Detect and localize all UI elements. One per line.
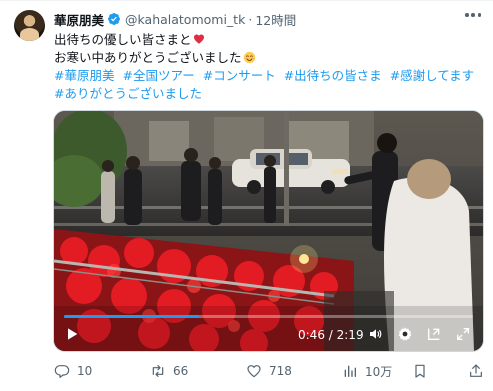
- views-button[interactable]: 10万: [342, 360, 392, 382]
- verified-badge-icon: [108, 13, 120, 25]
- video-progress-bar[interactable]: [64, 315, 473, 318]
- tweet-text-line-1: 出待ちの優しい皆さまと: [54, 32, 192, 47]
- video-progress-fill: [64, 315, 199, 318]
- settings-gear-icon[interactable]: [397, 325, 413, 343]
- analytics-icon: [344, 365, 356, 377]
- video-player[interactable]: 0:46 / 2:19: [53, 110, 484, 352]
- view-count: 10万: [365, 364, 393, 379]
- red-heart-icon: [193, 34, 204, 44]
- duration: 2:19: [336, 328, 364, 342]
- reply-button[interactable]: 10: [54, 360, 92, 382]
- smiling-face-icon: [243, 51, 255, 64]
- video-timecode: 0:46 / 2:19: [298, 328, 364, 342]
- fullscreen-icon[interactable]: [455, 325, 471, 343]
- more-options-icon[interactable]: [465, 13, 481, 19]
- retweet-button[interactable]: 66: [150, 360, 188, 382]
- tweet-text-line-2: お寒い中ありがとうございました: [54, 50, 242, 65]
- play-icon[interactable]: [64, 325, 80, 343]
- like-count: 718: [269, 364, 292, 378]
- author-handle[interactable]: @kahalatomomi_tk: [125, 12, 245, 27]
- hashtag-link[interactable]: #出待ちの皆さま: [284, 68, 382, 83]
- retweet-count: 66: [173, 364, 189, 378]
- video-controls: 0:46 / 2:19: [54, 311, 483, 351]
- separator-dot: ·: [248, 11, 253, 27]
- tweet-text: 出待ちの優しい皆さまと お寒い中ありがとうございました: [54, 31, 484, 67]
- retweet-icon: [152, 365, 164, 377]
- reply-icon: [54, 365, 70, 378]
- time-separator: /: [324, 328, 337, 342]
- hashtag-list: #華原朋美 #全国ツアー #コンサート #出待ちの皆さま #感謝してます #ありがとうござ…: [54, 67, 486, 103]
- tweet-actions: 10 66 718 10万: [54, 360, 486, 382]
- timestamp[interactable]: 12時間: [255, 10, 296, 29]
- avatar[interactable]: [14, 10, 45, 41]
- bookmark-icon: [415, 364, 425, 378]
- heart-icon: [247, 365, 261, 378]
- share-icon: [470, 364, 482, 377]
- hashtag-link[interactable]: #華原朋美: [54, 68, 114, 83]
- tweet-header: 華原朋美 @kahalatomomi_tk · 12時間: [54, 10, 296, 28]
- hashtag-link[interactable]: #コンサート: [203, 68, 276, 83]
- share-button[interactable]: [468, 360, 491, 382]
- hashtag-link[interactable]: #ありがとうございました: [54, 86, 202, 101]
- current-time: 0:46: [298, 328, 325, 342]
- bookmark-button[interactable]: [412, 360, 435, 382]
- picture-in-picture-icon[interactable]: [426, 325, 442, 343]
- like-button[interactable]: 718: [246, 360, 292, 382]
- tweet[interactable]: 華原朋美 @kahalatomomi_tk · 12時間 出待ちの優しい皆さまと…: [0, 0, 493, 391]
- hashtag-link[interactable]: #感謝してます: [390, 68, 474, 83]
- volume-icon[interactable]: [368, 325, 384, 343]
- hashtag-link[interactable]: #全国ツアー: [122, 68, 194, 83]
- author-name[interactable]: 華原朋美: [54, 10, 104, 29]
- reply-count: 10: [77, 364, 93, 378]
